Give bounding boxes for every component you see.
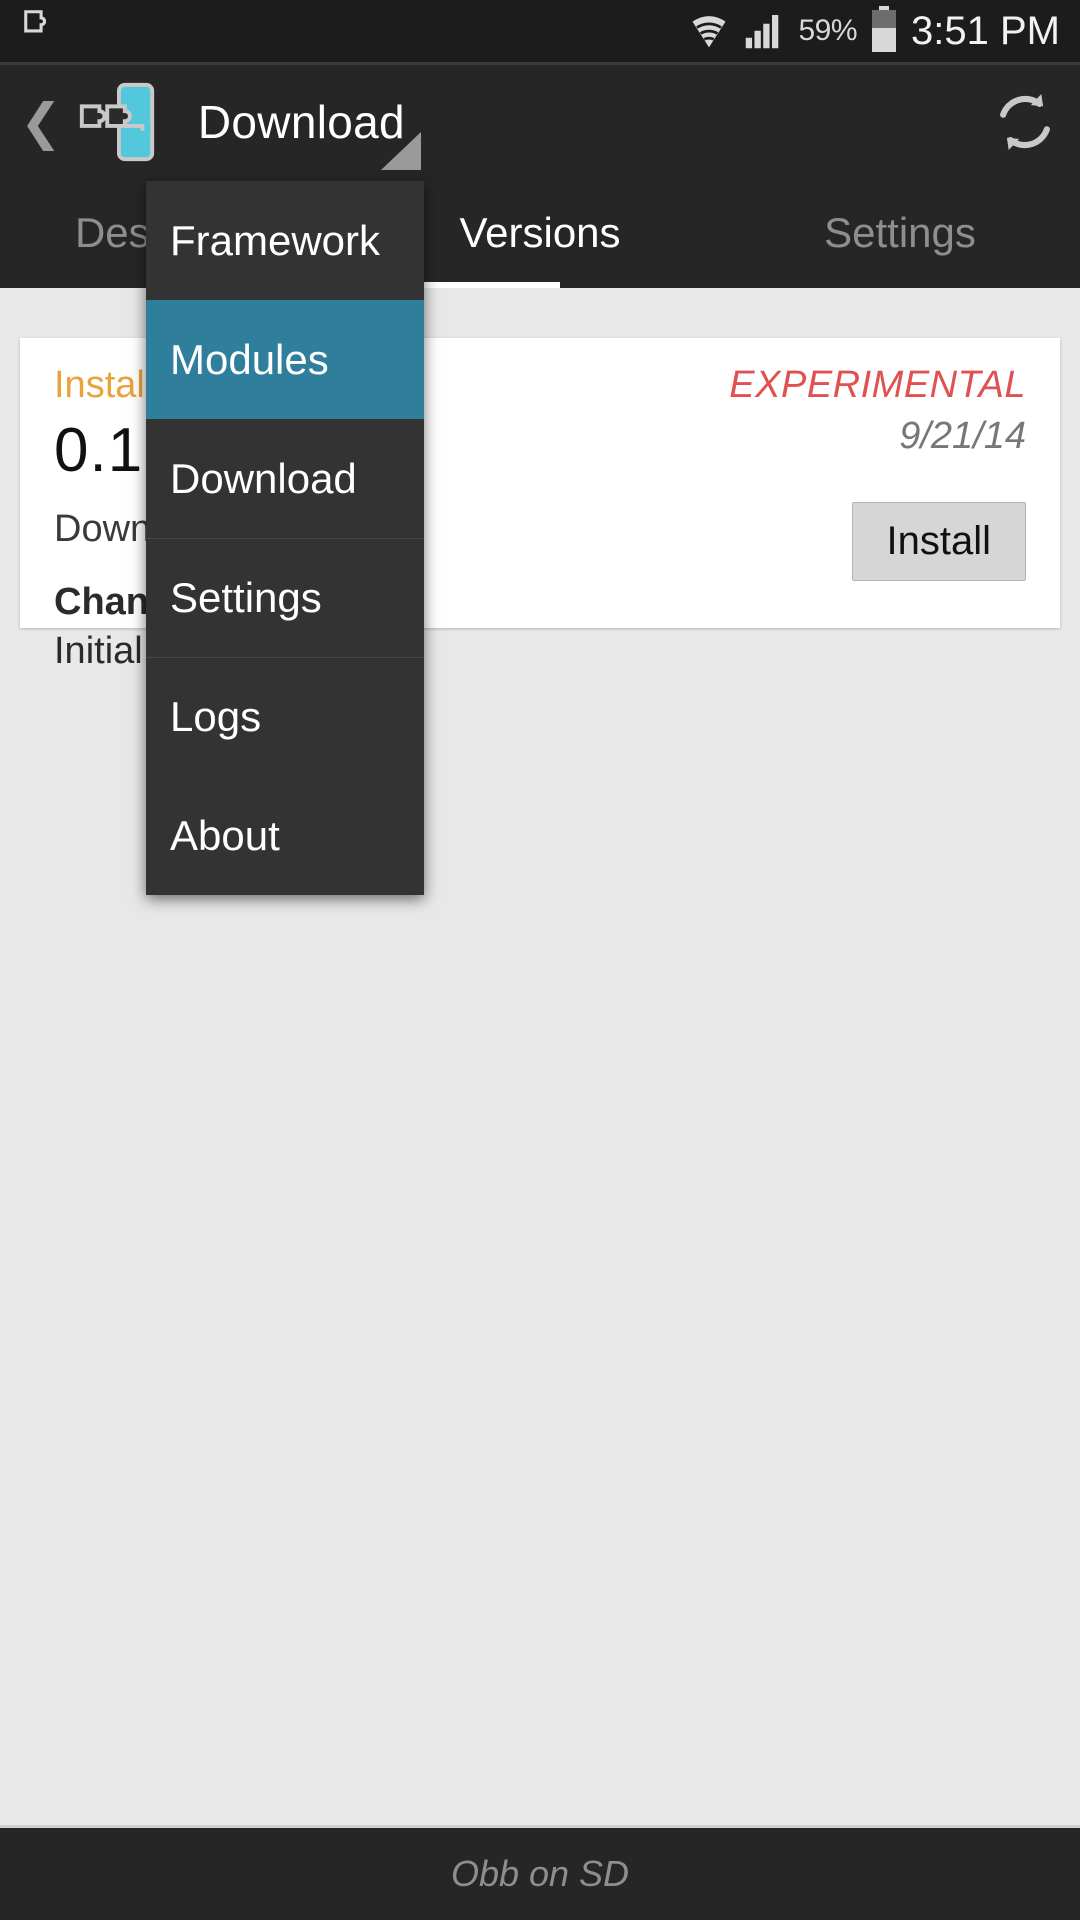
status-bar-notifications: [20, 6, 66, 57]
menu-item-download[interactable]: Download: [146, 419, 424, 538]
version-card-meta: EXPERIMENTAL 9/21/14 Install: [729, 364, 1026, 581]
bottom-bar: Obb on SD: [0, 1828, 1080, 1920]
menu-item-framework[interactable]: Framework: [146, 181, 424, 300]
navigation-dropdown-menu: Framework Modules Download Settings Logs…: [146, 181, 424, 895]
status-badge: EXPERIMENTAL: [729, 364, 1026, 406]
action-bar-title[interactable]: Download: [198, 95, 405, 149]
menu-item-settings[interactable]: Settings: [146, 538, 424, 657]
install-button[interactable]: Install: [851, 502, 1026, 581]
bottom-bar-label: Obb on SD: [450, 1853, 630, 1894]
refresh-icon[interactable]: [990, 87, 1060, 157]
battery-percent-label: 59%: [798, 14, 858, 47]
back-chevron-icon[interactable]: ❮: [20, 97, 62, 147]
status-bar: 59% 3:51 PM: [0, 0, 1080, 62]
release-date: 9/21/14: [899, 415, 1026, 457]
xposed-installer-icon[interactable]: [74, 78, 160, 166]
menu-item-about[interactable]: About: [146, 776, 424, 895]
battery-icon: [869, 5, 899, 58]
dropdown-triangle-icon[interactable]: [381, 132, 421, 170]
menu-item-logs[interactable]: Logs: [146, 657, 424, 776]
menu-item-modules[interactable]: Modules: [146, 300, 424, 419]
cellular-signal-icon: [744, 7, 786, 56]
wifi-icon: [686, 7, 732, 56]
clock-label: 3:51 PM: [911, 8, 1060, 53]
tab-settings[interactable]: Settings: [720, 209, 1080, 257]
action-bar: ❮ Download: [0, 65, 1080, 178]
app-screen: 59% 3:51 PM ❮ Download Versions Settings…: [0, 0, 1080, 1920]
xposed-puzzle-icon: [20, 6, 66, 57]
status-bar-indicators: 59% 3:51 PM: [686, 5, 1060, 58]
